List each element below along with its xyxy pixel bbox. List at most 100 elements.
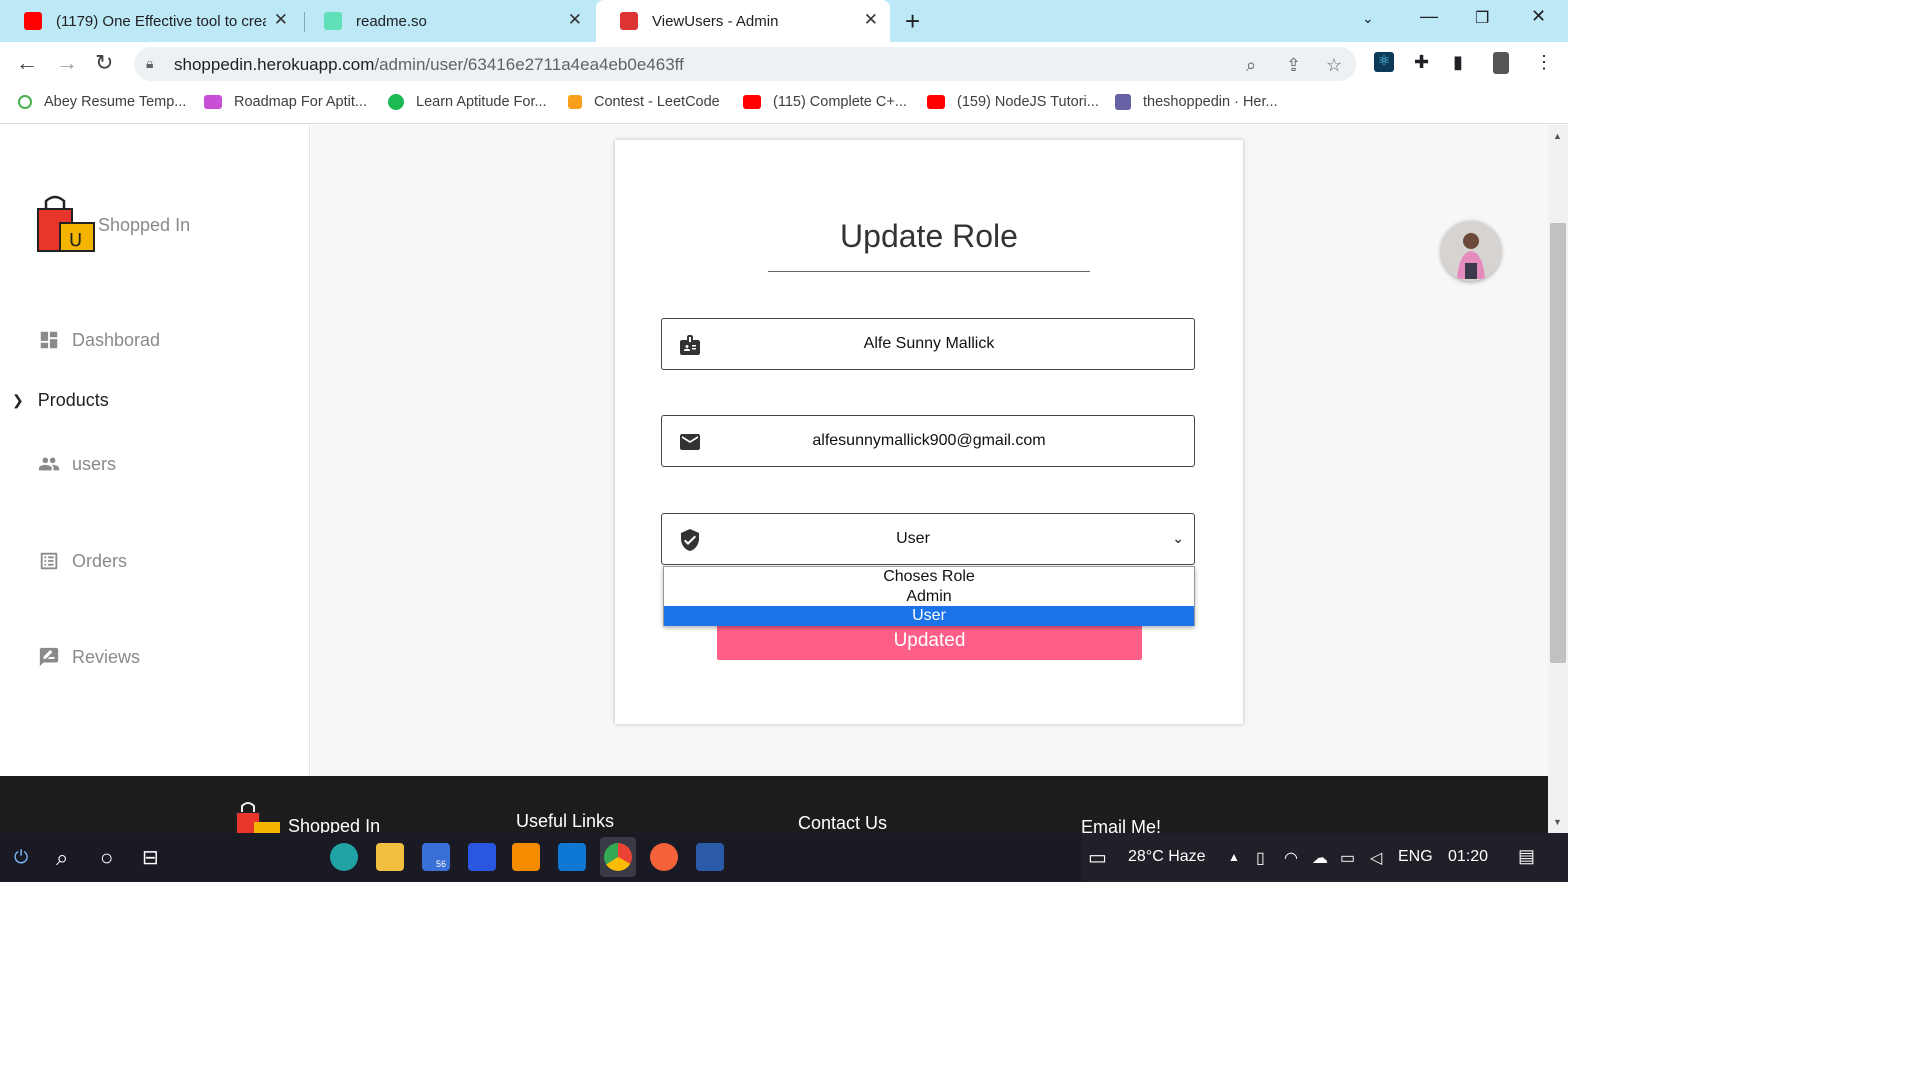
bookmark-item[interactable]: Abey Resume Temp... (18, 94, 186, 110)
postman-icon[interactable] (650, 843, 678, 871)
file-explorer-icon[interactable] (376, 843, 404, 871)
share-icon[interactable]: ⇪ (1286, 55, 1301, 76)
bookmark-label: theshoppedin · Her... (1143, 94, 1278, 110)
weather-icon[interactable]: ▭ (1088, 845, 1107, 870)
sidebar-brand[interactable]: Shopped In (98, 215, 190, 236)
readme-icon (324, 12, 342, 30)
scroll-down-arrow-icon[interactable]: ▼ (1553, 817, 1562, 827)
sublime-text-icon[interactable] (512, 843, 540, 871)
meet-icon[interactable]: ▯ (1256, 848, 1265, 868)
email-field[interactable]: alfesunnymallick900@gmail.com (661, 415, 1195, 467)
sidebar-item-dashboard[interactable]: Dashborad (38, 329, 160, 351)
chevron-right-icon: ❯ (12, 392, 24, 408)
option-choses-role[interactable]: Choses Role (664, 567, 1194, 587)
shopping-bag-logo-icon[interactable]: U (36, 195, 98, 253)
cloud-icon[interactable]: ☁ (1312, 848, 1328, 868)
name-field[interactable]: Alfe Sunny Mallick (661, 318, 1195, 370)
bookmark-item[interactable]: (159) NodeJS Tutori... (927, 94, 1099, 110)
tab-search-icon[interactable]: ⌄ (1362, 10, 1374, 27)
footer: Shopped In Useful Links Contact Us Email… (0, 776, 1548, 833)
heroku-icon (1115, 94, 1131, 110)
tab-youtube[interactable]: (1179) One Effective tool to creat ✕ (0, 0, 300, 42)
close-icon[interactable]: ✕ (274, 10, 288, 30)
main-content: Update Role Alfe Sunny Mallick alfesunny… (311, 125, 1548, 776)
youtube-icon (743, 95, 761, 109)
new-tab-button[interactable]: + (905, 6, 920, 37)
profile-icon[interactable] (1493, 52, 1509, 74)
page-title: Update Role (840, 218, 1018, 254)
word-icon[interactable] (696, 843, 724, 871)
hexagon-icon (388, 94, 404, 110)
edge-icon[interactable] (330, 843, 358, 871)
role-select[interactable]: User ⌄ (661, 513, 1195, 565)
bookmark-item[interactable]: theshoppedin · Her... (1115, 94, 1278, 110)
updated-button[interactable]: Updated (717, 622, 1142, 660)
reload-button[interactable]: ↻ (95, 50, 113, 76)
close-window-button[interactable]: ✕ (1531, 6, 1546, 27)
sidebar-item-reviews[interactable]: Reviews (38, 646, 140, 668)
sidebar-item-label: Reviews (72, 646, 141, 667)
close-icon[interactable]: ✕ (864, 10, 878, 30)
bookmark-item[interactable]: Learn Aptitude For... (388, 94, 547, 110)
scroll-up-arrow-icon[interactable]: ▲ (1553, 131, 1562, 141)
sidebar-item-label: Products (37, 390, 109, 410)
volume-icon[interactable]: ◁ (1370, 848, 1382, 868)
mail-app-icon[interactable]: 56 (422, 843, 450, 871)
list-icon (40, 552, 58, 570)
zoom-icon[interactable]: ⌕ (1246, 55, 1256, 76)
chevron-up-icon[interactable]: ▲ (1228, 850, 1240, 864)
email-value: alfesunnymallick900@gmail.com (812, 432, 1046, 449)
windows-taskbar: ⏻ ⌕ ○ ⊟ 56 ▭ 28°C Haze ▲ ▯ ◠ ☁ ▭ ◁ ENG 0… (0, 833, 1568, 882)
wifi-icon[interactable]: ◠ (1284, 848, 1298, 868)
forward-button[interactable]: → (56, 50, 78, 76)
rate-review-icon (39, 647, 59, 667)
power-icon[interactable]: ⏻ (14, 847, 28, 868)
menu-icon[interactable]: ⋮ (1535, 52, 1553, 73)
weather-text[interactable]: 28°C Haze (1128, 848, 1206, 866)
task-view-icon[interactable]: ⊟ (142, 845, 159, 870)
side-panel-icon[interactable]: ▮ (1453, 52, 1463, 73)
search-icon[interactable]: ⌕ (56, 845, 68, 871)
extensions-icon[interactable]: ✚ (1414, 52, 1429, 73)
bookmark-item[interactable]: Roadmap For Aptit... (204, 94, 367, 110)
bookmark-star-icon[interactable]: ☆ (1326, 55, 1342, 76)
tab-readme[interactable]: readme.so ✕ (300, 0, 594, 42)
user-photo-icon (1441, 221, 1501, 281)
close-icon[interactable]: ✕ (568, 10, 582, 30)
back-button[interactable]: ← (16, 50, 38, 76)
restore-button[interactable]: ❐ (1475, 8, 1489, 28)
sidebar-item-label: Orders (72, 550, 128, 571)
react-devtools-icon[interactable]: ⚛ (1374, 52, 1394, 72)
svg-text:U: U (69, 230, 82, 251)
notification-icon[interactable]: ▤ (1518, 846, 1535, 867)
footer-brand: Shopped In (288, 816, 381, 833)
footer-useful-links: Useful Links (516, 811, 615, 831)
lock-icon: 🔒︎ (146, 55, 154, 71)
tab-viewusers[interactable]: ViewUsers - Admin ✕ (596, 0, 890, 42)
option-admin[interactable]: Admin (664, 587, 1194, 607)
sidebar-item-orders[interactable]: Orders (38, 550, 127, 572)
clock-time[interactable]: 01:20 (1448, 848, 1488, 866)
minimize-button[interactable]: — (1420, 6, 1438, 27)
address-bar[interactable]: 🔒︎ shoppedin.herokuapp.com/admin/user/63… (134, 47, 1356, 81)
avatar[interactable] (1441, 221, 1501, 281)
bookmarks-bar: Abey Resume Temp... Roadmap For Aptit...… (0, 86, 1568, 124)
chevron-down-icon[interactable]: ⌄ (1172, 530, 1184, 547)
people-icon (38, 457, 60, 471)
language-indicator[interactable]: ENG (1398, 848, 1433, 866)
bookmark-item[interactable]: (115) Complete C+... (743, 94, 907, 110)
app-icon[interactable] (468, 843, 496, 871)
browser-toolbar: ← → ↻ 🔒︎ shoppedin.herokuapp.com/admin/u… (0, 42, 1568, 86)
youtube-icon (24, 12, 42, 30)
sidebar-item-products[interactable]: ❯ Products (12, 390, 109, 411)
battery-icon[interactable]: ▭ (1340, 848, 1355, 868)
page-scrollbar[interactable]: ▲ ▼ (1548, 125, 1568, 833)
sidebar-item-users[interactable]: users (38, 453, 116, 475)
option-user[interactable]: User (664, 606, 1194, 626)
cortana-icon[interactable]: ○ (100, 845, 113, 871)
scrollbar-thumb[interactable] (1550, 223, 1566, 663)
url-text[interactable]: shoppedin.herokuapp.com/admin/user/63416… (174, 55, 684, 75)
bookmark-item[interactable]: Contest - LeetCode (568, 94, 720, 110)
chrome-icon[interactable] (604, 843, 632, 871)
vscode-icon[interactable] (558, 843, 586, 871)
